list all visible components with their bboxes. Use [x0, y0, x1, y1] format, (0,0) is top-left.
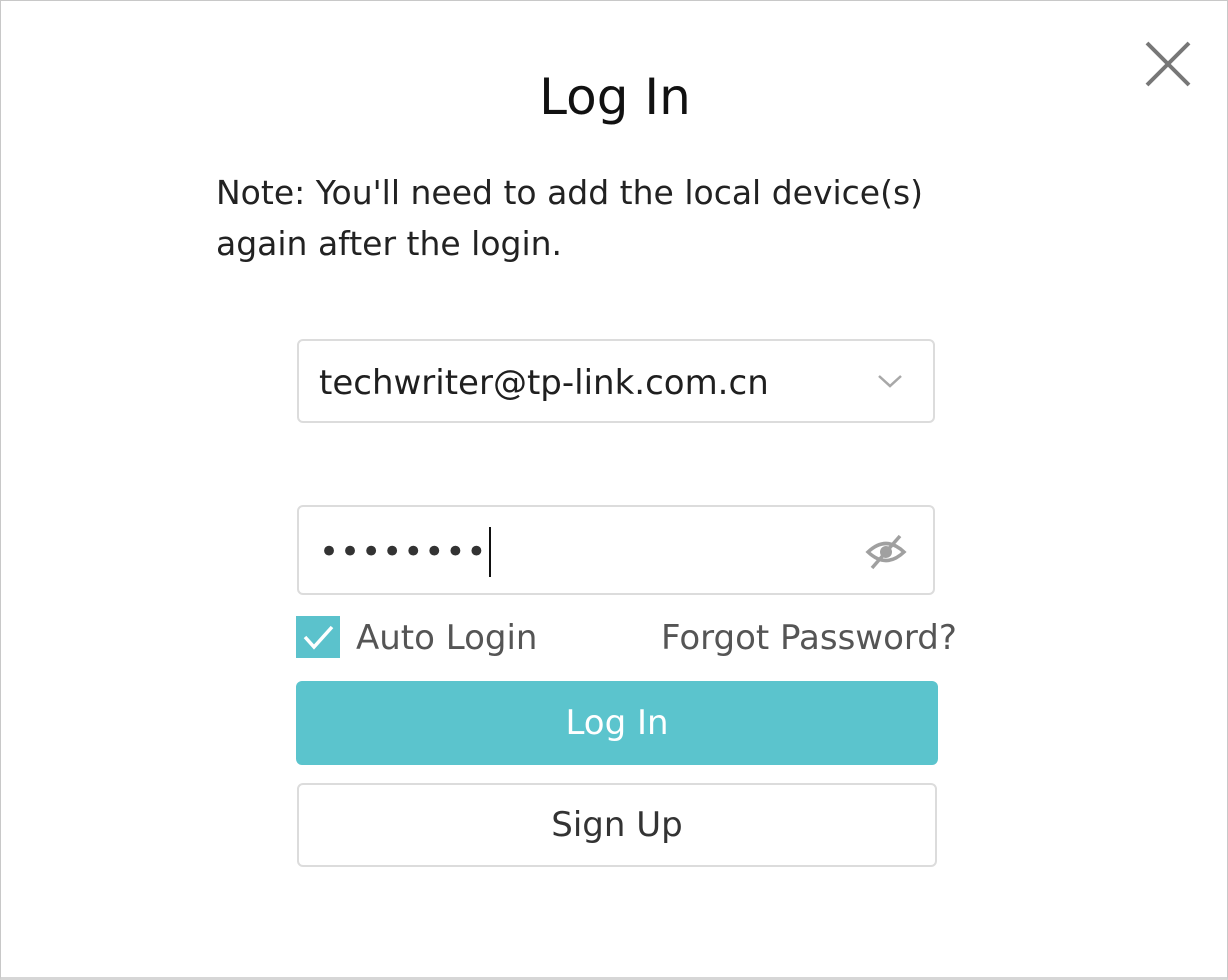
email-field[interactable]: techwriter@tp-link.com.cn [297, 339, 935, 423]
login-dialog: Log In Note: You'll need to add the loca… [0, 0, 1228, 980]
chevron-down-icon [878, 375, 902, 388]
auto-login-label[interactable]: Auto Login [356, 613, 537, 663]
login-note: Note: You'll need to add the local devic… [216, 173, 924, 263]
password-visibility-toggle[interactable] [863, 533, 909, 571]
eye-off-icon [865, 534, 907, 570]
text-cursor [489, 527, 491, 577]
checkmark-icon [303, 625, 334, 650]
auto-login-checkbox[interactable] [296, 616, 340, 658]
login-button[interactable]: Log In [296, 681, 938, 765]
forgot-password-link[interactable]: Forgot Password? [661, 613, 957, 663]
signup-button[interactable]: Sign Up [297, 783, 937, 867]
dialog-title: Log In [539, 68, 691, 126]
password-value: •••••••• [319, 532, 488, 572]
email-dropdown-button[interactable] [875, 369, 905, 393]
password-field[interactable]: •••••••• [297, 505, 935, 595]
email-value: techwriter@tp-link.com.cn [319, 363, 769, 403]
